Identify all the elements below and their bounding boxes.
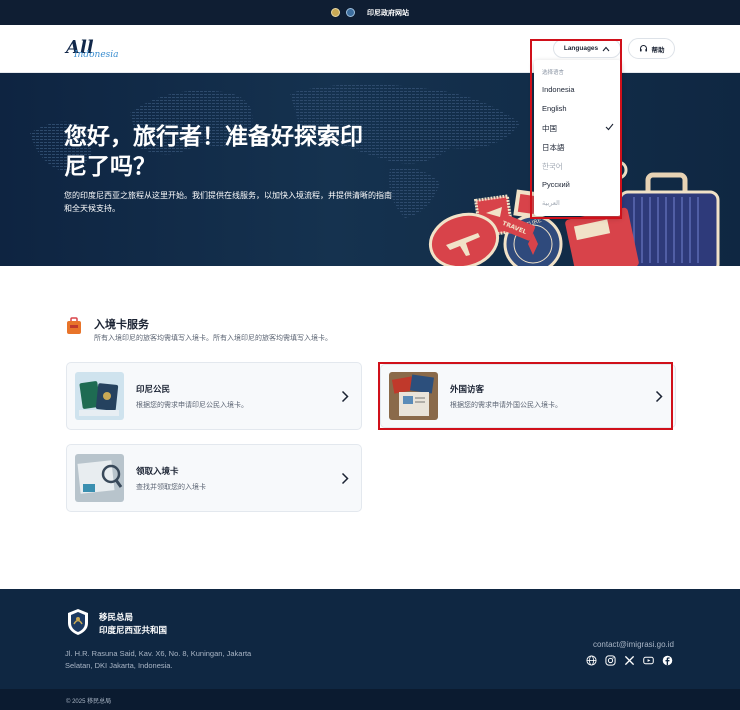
government-site-label: 印尼政府网站 [367, 9, 409, 17]
footer-address: Jl. H.R. Rasuna Said, Kav. X6, No. 8, Ku… [65, 649, 252, 670]
hero-heading: 您好，旅行者！准备好探索印尼了吗？ [64, 123, 363, 179]
footer-org-name: 移民总局 [99, 612, 134, 622]
card-description: 根据您的需求申请印尼公民入境卡。 [136, 402, 248, 409]
help-button[interactable]: 帮助 [628, 38, 675, 59]
globe-icon[interactable] [586, 655, 597, 666]
chevron-right-icon [341, 472, 349, 485]
help-button-label: 帮助 [651, 46, 665, 54]
youtube-icon[interactable] [643, 655, 654, 666]
checkmark-icon [605, 123, 614, 131]
language-selector-label: Languages [563, 45, 599, 52]
logo-subtitle: Indonesia [74, 50, 119, 60]
immigration-emblem-icon [68, 609, 88, 635]
travel-documents-image [389, 372, 438, 420]
card-indonesian-citizen[interactable]: 印尼公民 根据您的需求申请印尼公民入境卡。 [66, 362, 362, 430]
card-title: 领取入境卡 [136, 466, 179, 476]
chevron-right-icon [655, 390, 663, 403]
site-footer: 移民总局 印度尼西亚共和国 Jl. H.R. Rasuna Said, Kav.… [0, 589, 740, 689]
language-selector-button[interactable]: Languages [553, 39, 621, 58]
social-links [586, 655, 673, 666]
copyright-text: © 2025 移民总局 [66, 699, 112, 705]
language-option-indonesia[interactable]: Indonesia [542, 85, 614, 94]
card-retrieve-arrival-card[interactable]: 领取入境卡 查找并领取您的入境卡 [66, 444, 362, 512]
card-description: 根据您的需求申请外国公民入境卡。 [450, 402, 562, 409]
chevron-right-icon [341, 390, 349, 403]
language-option-korean[interactable]: 한국어 [542, 161, 614, 172]
passport-image [75, 372, 124, 420]
section-description: 所有入境印尼的旅客均需填写入境卡。所有入境印尼的旅客均需填写入境卡。 [94, 335, 332, 342]
language-menu-heading: 选择语言 [542, 70, 565, 76]
language-option-english[interactable]: English [542, 104, 614, 113]
garuda-emblem-icon [331, 8, 340, 17]
section-title: 入境卡服务 [94, 319, 149, 331]
copyright-bar: © 2025 移民总局 [0, 689, 740, 710]
language-option-japanese[interactable]: 日本語 [542, 142, 614, 153]
card-title: 外国访客 [450, 384, 485, 394]
instagram-icon[interactable] [605, 655, 616, 666]
language-option-arabic[interactable]: العربية [542, 199, 614, 207]
arrival-card-image [75, 454, 124, 502]
government-site-bar: 印尼政府网站 [0, 0, 740, 25]
language-option-russian[interactable]: Русский [542, 180, 614, 189]
card-foreign-visitor[interactable]: 外国访客 根据您的需求申请外国公民入境卡。 [380, 364, 676, 428]
language-dropdown-menu: 选择语言 Indonesia English 中国 日本語 한국어 Русски… [534, 60, 621, 216]
footer-org-country: 印度尼西亚共和国 [99, 625, 168, 635]
card-title: 印尼公民 [136, 384, 171, 394]
ministry-emblem-icon [346, 8, 355, 17]
facebook-icon[interactable] [662, 655, 673, 666]
luggage-icon [67, 317, 81, 334]
site-header: All Indonesia 帮助 [0, 25, 740, 73]
hero-banner: 您好，旅行者！准备好探索印尼了吗？ 您的印度尼西亚之旅程从这里开始。我们提供在线… [0, 73, 740, 266]
card-description: 查找并领取您的入境卡 [136, 484, 206, 491]
footer-email-link[interactable]: contact@imigrasi.go.id [593, 640, 674, 649]
language-option-chinese[interactable]: 中国 [542, 123, 614, 134]
hero-subtitle: 您的印度尼西亚之旅程从这里开始。我们提供在线服务，以加快入境流程，并提供清晰的指… [64, 191, 392, 213]
headset-icon [639, 45, 647, 52]
x-icon[interactable] [624, 655, 635, 666]
chevron-up-icon [602, 46, 610, 51]
all-indonesia-logo[interactable]: All Indonesia [66, 37, 126, 65]
